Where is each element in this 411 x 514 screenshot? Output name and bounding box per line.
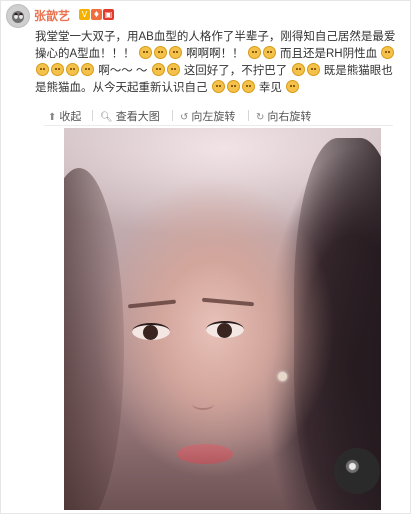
emoji-face-icon [81, 63, 94, 76]
collapse-arrow-icon: ⬆ [48, 112, 57, 123]
rotate-right-icon: ↻ [256, 112, 265, 123]
emoji-face-icon [151, 63, 165, 76]
view-large-image-button[interactable]: 🔍︎ 查看大图 [100, 108, 160, 124]
post-text-segment: 这回好了，不拧巴了 [183, 65, 288, 77]
post-text-segment: 啊～～ [98, 65, 133, 77]
rotate-left-button[interactable]: ↺ 向左旋转 [180, 108, 235, 124]
post-text-segment: 而且还是RH阴性血 [279, 48, 378, 60]
toolbar-divider [92, 110, 93, 121]
collapse-button[interactable]: ⬆ 收起 [48, 108, 81, 124]
toolbar-divider [172, 110, 173, 121]
emoji-face-icon [153, 46, 167, 59]
emoji-face-icon [66, 63, 79, 76]
verified-badge-icon[interactable]: V [79, 9, 90, 20]
post-text-segment: ～ [135, 65, 148, 77]
rotate-left-icon: ↺ [180, 112, 189, 123]
post-text: 我堂堂一大双子，用AB血型的人格作了半辈子，刚得知自己居然是最爱操心的A型血！！… [35, 29, 401, 97]
magnifier-icon: 🔍︎ [100, 112, 113, 123]
image-toolbar: ⬆ 收起 🔍︎ 查看大图 ↺ 向左旋转 ↻ 向右旋转 [44, 105, 393, 126]
emoji-face-icon [286, 80, 300, 93]
emoji-face-icon [51, 63, 64, 76]
emoji-face-icon [138, 46, 152, 59]
emoji-face-icon [381, 46, 395, 59]
emoji-face-icon [247, 46, 261, 59]
emoji-face-icon [291, 63, 305, 76]
emoji-face-icon [241, 80, 255, 93]
emoji-face-icon [211, 80, 225, 93]
emoji-face-icon [168, 46, 182, 59]
rotate-right-button[interactable]: ↻ 向右旋转 [256, 108, 311, 124]
post-text-segment: 啊啊啊！！ [186, 48, 244, 60]
emoji-face-icon [262, 46, 276, 59]
user-avatar[interactable] [6, 4, 30, 28]
emoji-face-icon [36, 63, 49, 76]
username-link[interactable]: 张歆艺 [34, 7, 70, 24]
post-text-segment: 幸见 [258, 82, 282, 94]
emoji-face-icon [166, 63, 180, 76]
emoji-face-icon [226, 80, 240, 93]
emoji-face-icon [306, 63, 320, 76]
toolbar-divider [248, 110, 249, 121]
gift-badge-icon[interactable]: ▣ [103, 9, 114, 20]
member-badge-icon[interactable]: ♦ [91, 9, 102, 20]
post-photo[interactable] [64, 128, 381, 510]
